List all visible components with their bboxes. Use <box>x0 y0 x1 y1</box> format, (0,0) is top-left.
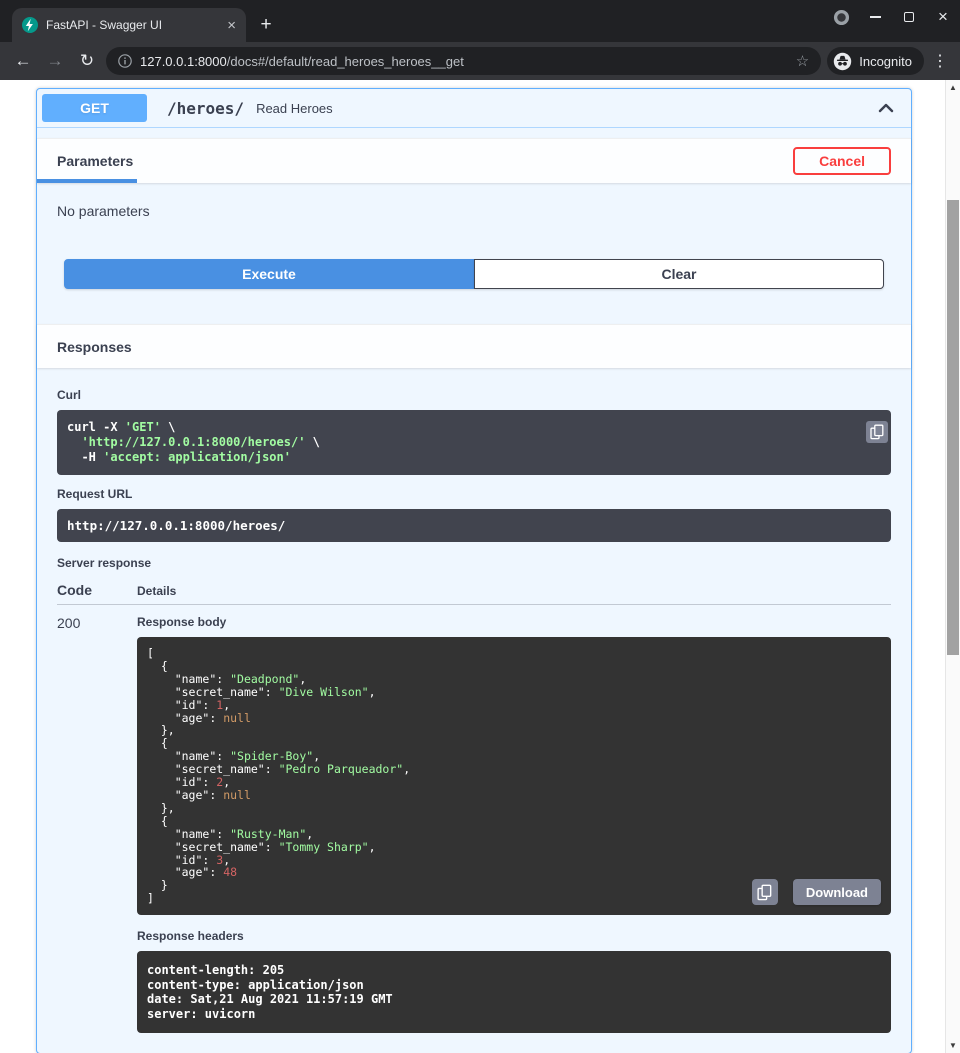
parameters-tab-underline <box>37 179 137 183</box>
responses-section-header: Responses <box>37 324 911 368</box>
response-details-cell: Response body [ { "name": "Deadpond", "s… <box>137 615 891 1033</box>
details-column-header: Details <box>137 584 176 598</box>
copy-response-button[interactable] <box>752 879 778 905</box>
request-url-value: http://127.0.0.1:8000/heroes/ <box>57 509 891 542</box>
address-bar[interactable]: 127.0.0.1:8000/docs#/default/read_heroes… <box>106 47 821 75</box>
responses-inner: Curl curl -X 'GET' \ 'http://127.0.0.1:8… <box>37 368 911 1053</box>
tab-title: FastAPI - Swagger UI <box>46 18 219 32</box>
request-url-label: Request URL <box>57 487 891 501</box>
responses-title: Responses <box>57 339 132 355</box>
response-row-200: 200 Response body [ { "name": "Deadpond"… <box>57 605 891 1033</box>
url-pathname: /docs#/default/read_heroes_heroes__get <box>227 54 464 69</box>
parameters-title: Parameters <box>57 153 133 169</box>
browser-update-icon[interactable] <box>824 2 858 32</box>
response-headers-label: Response headers <box>137 929 891 943</box>
response-table-header: Code Details <box>57 582 891 605</box>
browser-menu-icon[interactable]: ⋮ <box>930 51 950 71</box>
swagger-page: GET /heroes/ Read Heroes Parameters Canc… <box>0 80 960 1053</box>
url-text: 127.0.0.1:8000/docs#/default/read_heroes… <box>140 54 464 69</box>
no-parameters-text: No parameters <box>37 183 911 259</box>
copy-curl-button[interactable] <box>866 421 888 443</box>
response-body-actions: Download <box>752 879 881 905</box>
scrollbar-down-arrow-icon[interactable]: ▼ <box>946 1041 960 1050</box>
response-body-code: [ { "name": "Deadpond", "secret_name": "… <box>137 637 891 915</box>
back-button[interactable]: ← <box>10 51 36 71</box>
parameters-section-header: Parameters Cancel <box>37 138 911 183</box>
curl-command-code: curl -X 'GET' \ 'http://127.0.0.1:8000/h… <box>57 410 891 475</box>
window-close-button[interactable]: × <box>926 2 960 32</box>
clear-button[interactable]: Clear <box>474 259 884 289</box>
response-body-label: Response body <box>137 615 891 629</box>
reload-button[interactable]: ↻ <box>74 51 100 71</box>
operation-summary[interactable]: GET /heroes/ Read Heroes <box>37 89 911 128</box>
operation-summary-text: Read Heroes <box>256 101 876 116</box>
server-response-label: Server response <box>57 556 891 570</box>
status-code: 200 <box>57 615 137 1033</box>
new-tab-button[interactable]: + <box>252 11 280 39</box>
cancel-button[interactable]: Cancel <box>793 147 891 175</box>
forward-button[interactable]: → <box>42 51 68 71</box>
incognito-badge: Incognito <box>827 47 924 75</box>
bookmark-star-icon[interactable]: ☆ <box>796 52 809 70</box>
response-headers-code: content-length: 205 content-type: applic… <box>137 951 891 1033</box>
collapse-chevron-icon[interactable] <box>876 98 896 118</box>
tab-close-icon[interactable]: × <box>227 18 236 33</box>
scrollbar-up-arrow-icon[interactable]: ▲ <box>946 83 960 92</box>
page-info-icon[interactable] <box>118 54 132 68</box>
url-host: 127.0.0.1:8000 <box>140 54 227 69</box>
incognito-label: Incognito <box>859 54 912 69</box>
incognito-icon <box>833 52 852 71</box>
maximize-button[interactable] <box>892 2 926 32</box>
download-button[interactable]: Download <box>793 879 881 905</box>
browser-navbar: ← → ↻ 127.0.0.1:8000/docs#/default/read_… <box>0 42 960 80</box>
scrollbar-thumb[interactable] <box>947 200 959 655</box>
fastapi-favicon-icon <box>22 17 38 33</box>
http-method-badge[interactable]: GET <box>42 94 147 122</box>
operation-block-get-heroes: GET /heroes/ Read Heroes Parameters Canc… <box>36 88 912 1053</box>
execute-wrapper: Execute Clear <box>37 259 911 309</box>
curl-label: Curl <box>57 388 891 402</box>
browser-titlebar: FastAPI - Swagger UI × + × <box>0 0 960 42</box>
page-scrollbar[interactable]: ▲ ▼ <box>945 80 960 1053</box>
code-column-header: Code <box>57 582 137 598</box>
execute-button[interactable]: Execute <box>64 259 474 289</box>
browser-tab[interactable]: FastAPI - Swagger UI × <box>12 8 246 42</box>
operation-path[interactable]: /heroes/ <box>167 99 244 118</box>
minimize-button[interactable] <box>858 2 892 32</box>
